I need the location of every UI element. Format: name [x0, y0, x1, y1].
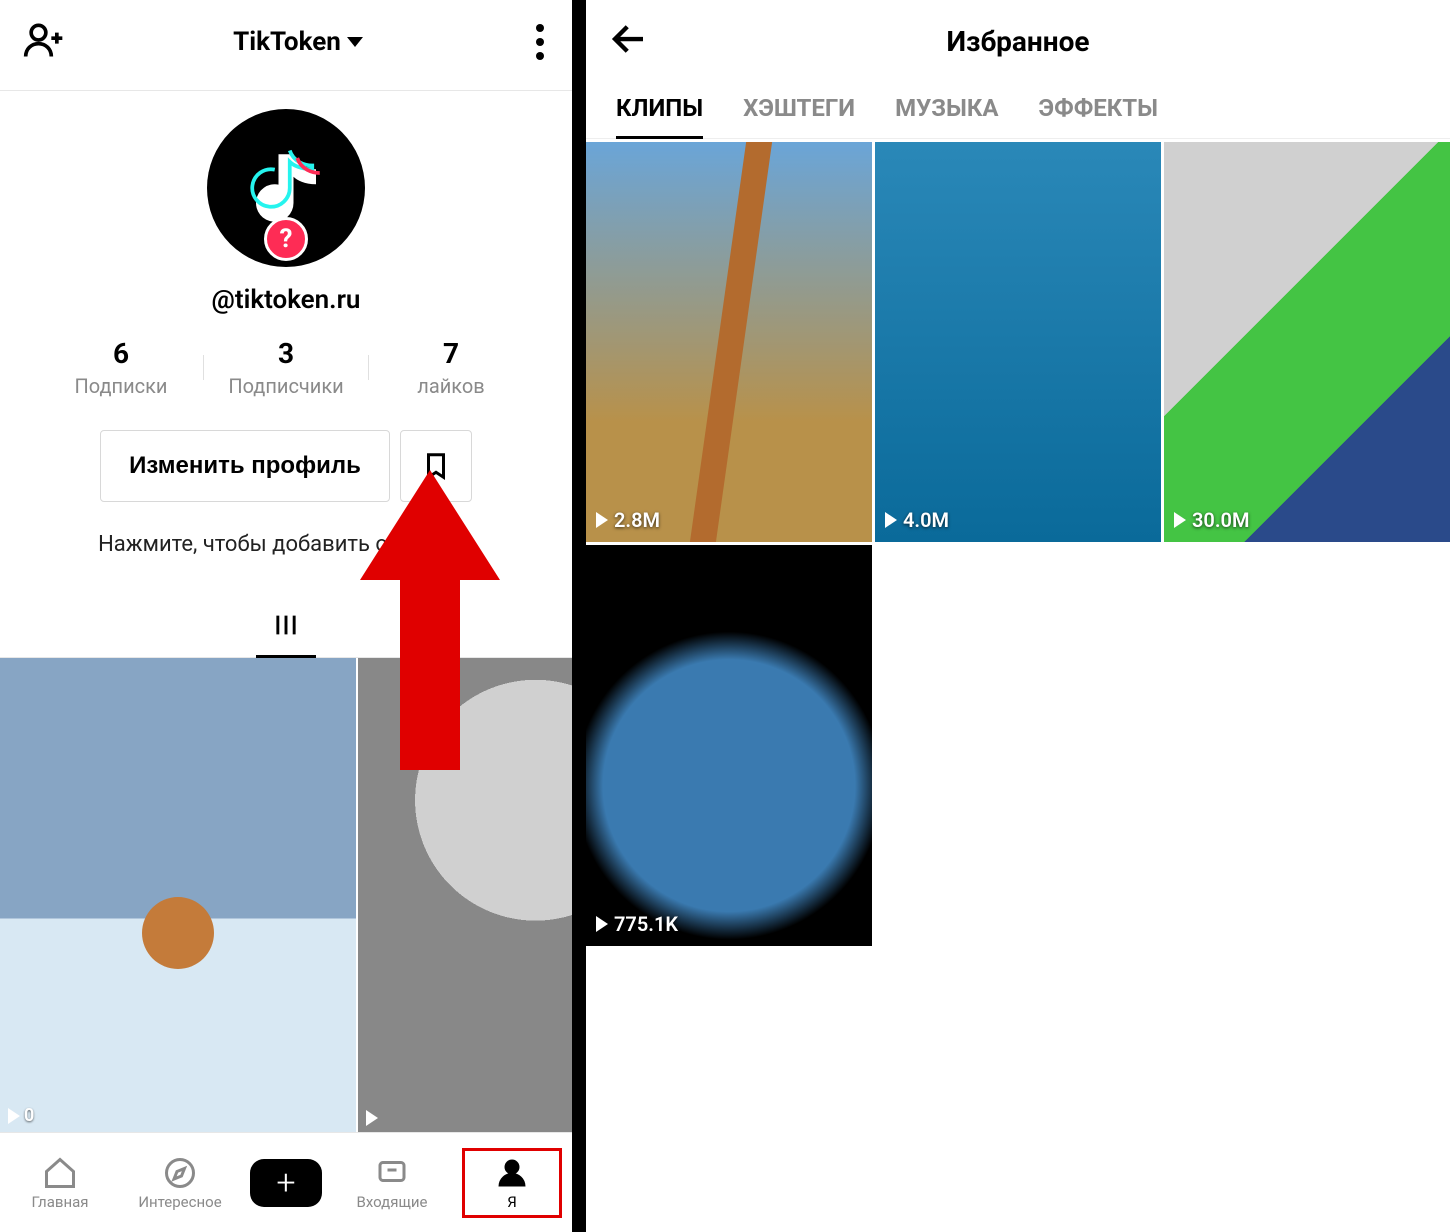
profile-top-bar: TikToken — [0, 0, 572, 90]
plus-icon: + — [276, 1166, 295, 1200]
stat-label: лайков — [369, 374, 534, 398]
profile-actions: Изменить профиль — [0, 430, 572, 502]
avatar[interactable]: ? — [207, 109, 365, 267]
nav-home[interactable]: Главная — [10, 1155, 110, 1211]
clips-grid: 2.8M 4.0M 30.0M 775.1K — [586, 139, 1450, 946]
stat-count: 7 — [369, 337, 534, 370]
nav-profile[interactable]: Я — [462, 1148, 562, 1218]
create-button[interactable]: + — [250, 1159, 322, 1207]
add-friend-icon[interactable] — [22, 18, 66, 66]
play-icon — [8, 1108, 20, 1124]
video-views: 0 — [8, 1105, 34, 1126]
tab-music[interactable]: МУЗЫКА — [895, 94, 998, 138]
nav-label: Главная — [31, 1193, 88, 1211]
stats-row: 6 Подписки 3 Подписчики 7 лайков — [0, 337, 572, 398]
nav-inbox[interactable]: Входящие — [342, 1155, 442, 1211]
clip-thumb[interactable]: 2.8M — [586, 142, 872, 542]
favorites-tabs: КЛИПЫ ХЭШТЕГИ МУЗЫКА ЭФФЕКТЫ — [586, 94, 1450, 139]
bottom-nav: Главная Интересное + Входящие Я — [0, 1132, 572, 1232]
play-icon — [1174, 512, 1186, 528]
stat-count: 6 — [39, 337, 204, 370]
stat-label: Подписки — [39, 374, 204, 398]
clip-thumb[interactable]: 4.0M — [875, 142, 1161, 542]
clip-thumb[interactable]: 775.1K — [586, 545, 872, 945]
video-grid: 0 — [0, 658, 572, 1132]
play-icon — [596, 916, 608, 932]
stat-following[interactable]: 6 Подписки — [39, 337, 204, 398]
play-icon — [596, 512, 608, 528]
caret-down-icon — [347, 37, 363, 47]
more-menu-icon[interactable] — [530, 18, 550, 66]
stat-count: 3 — [204, 337, 369, 370]
tab-effects[interactable]: ЭФФЕКТЫ — [1039, 94, 1158, 138]
clip-thumb[interactable]: 30.0M — [1164, 142, 1450, 542]
video-thumb[interactable]: 0 — [0, 658, 356, 1132]
favorites-button[interactable] — [400, 430, 472, 502]
nav-label: Интересное — [138, 1193, 221, 1211]
clip-views: 775.1K — [596, 912, 678, 936]
account-name: TikToken — [233, 27, 341, 57]
clip-views: 30.0M — [1174, 508, 1249, 532]
tab-grid[interactable] — [0, 597, 572, 657]
clip-views: 2.8M — [596, 508, 660, 532]
nav-label: Я — [507, 1193, 517, 1211]
account-dropdown[interactable]: TikToken — [233, 27, 363, 57]
help-badge-icon: ? — [264, 217, 308, 261]
stat-likes[interactable]: 7 лайков — [369, 337, 534, 398]
favorites-header: Избранное — [586, 0, 1450, 94]
tab-clips[interactable]: КЛИПЫ — [616, 94, 703, 138]
tab-hashtags[interactable]: ХЭШТЕГИ — [743, 94, 855, 138]
profile-section: ? @tiktoken.ru 6 Подписки 3 Подписчики 7… — [0, 91, 572, 597]
clip-views: 4.0M — [885, 508, 949, 532]
add-bio-hint[interactable]: Нажмите, чтобы добавить описание — [0, 532, 572, 557]
stat-followers[interactable]: 3 Подписчики — [204, 337, 369, 398]
profile-pane: TikToken ? @tiktoken.ru 6 Подписки 3 Под… — [0, 0, 586, 1232]
edit-profile-button[interactable]: Изменить профиль — [100, 430, 390, 502]
username[interactable]: @tiktoken.ru — [0, 285, 572, 315]
content-tabs — [0, 597, 572, 658]
video-views — [366, 1110, 378, 1126]
video-thumb[interactable] — [358, 658, 573, 1132]
favorites-pane: Избранное КЛИПЫ ХЭШТЕГИ МУЗЫКА ЭФФЕКТЫ 2… — [586, 0, 1450, 1232]
play-icon — [366, 1110, 378, 1126]
stat-label: Подписчики — [204, 374, 369, 398]
play-icon — [885, 512, 897, 528]
page-title: Избранное — [608, 25, 1428, 58]
nav-label: Входящие — [357, 1193, 428, 1211]
nav-discover[interactable]: Интересное — [130, 1155, 230, 1211]
